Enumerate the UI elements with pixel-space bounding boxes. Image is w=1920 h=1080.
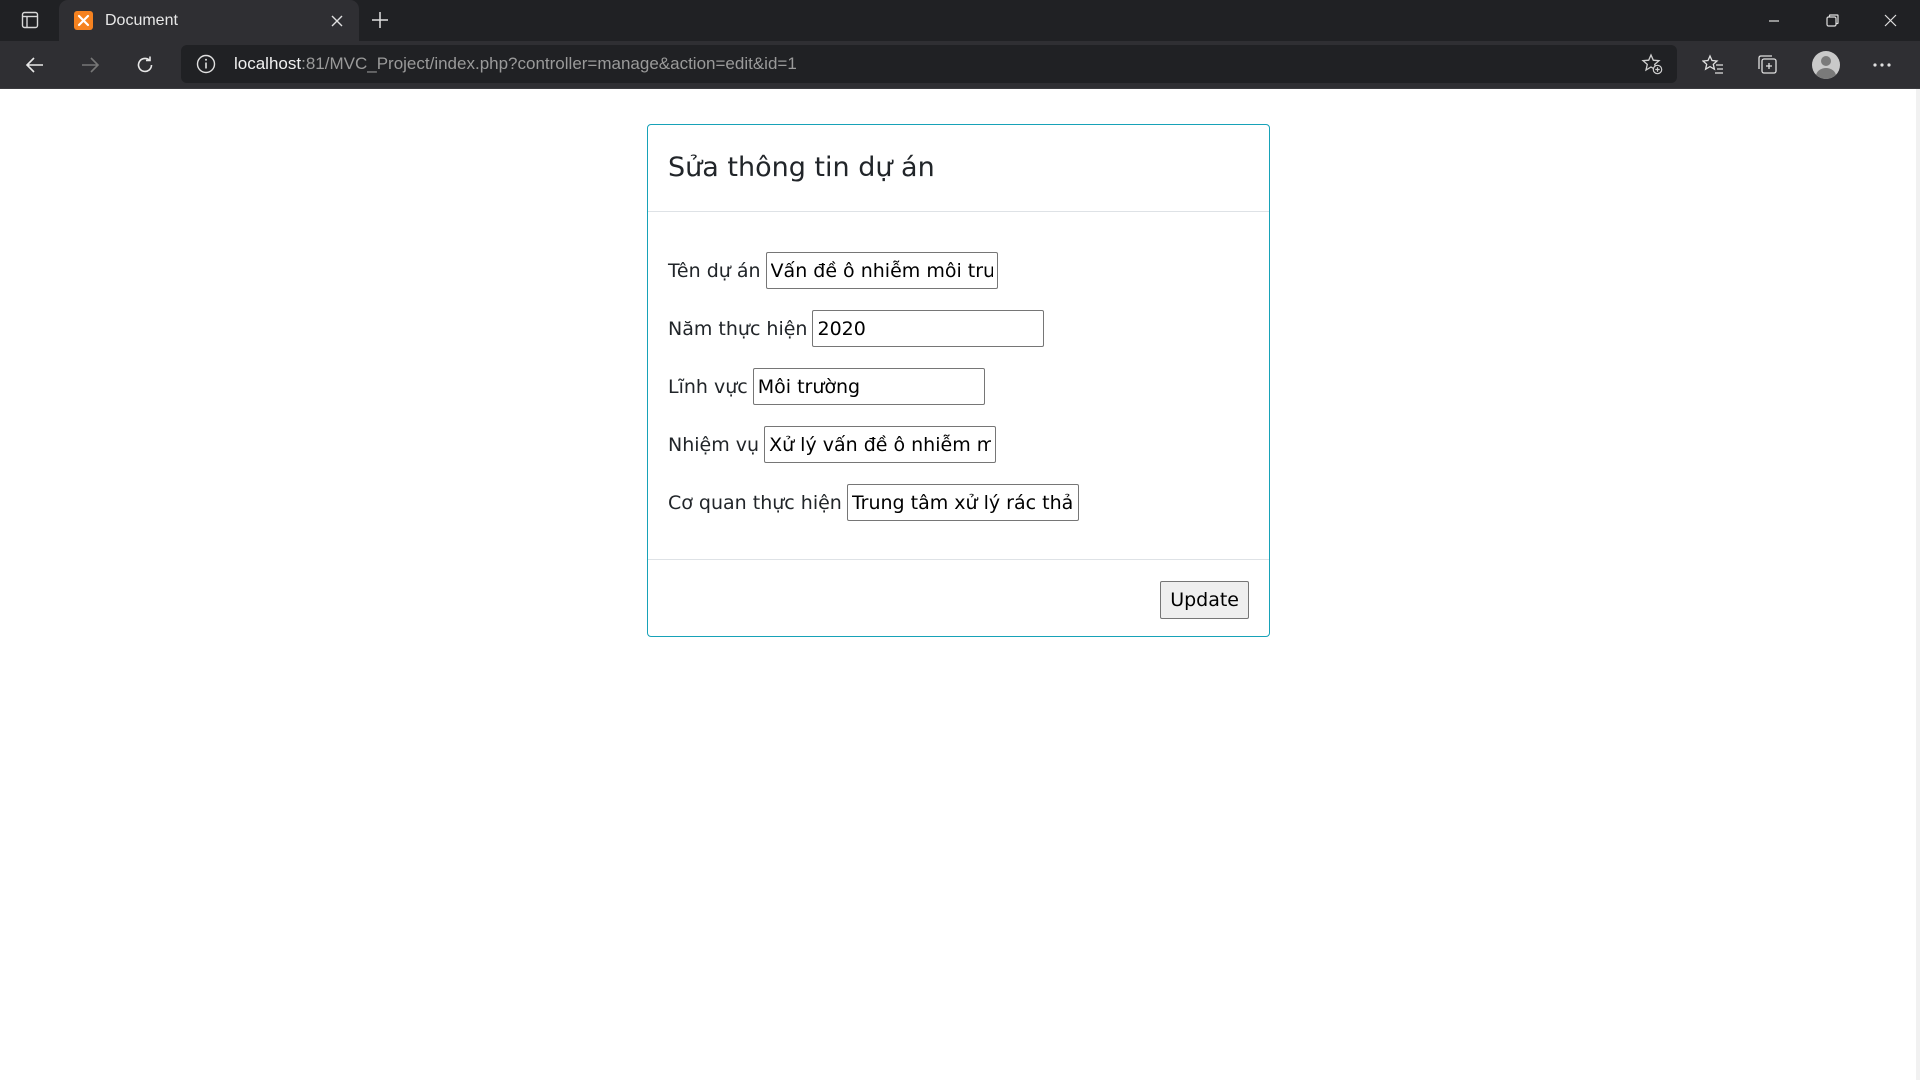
profile-button[interactable] (1808, 48, 1844, 82)
refresh-button[interactable] (127, 48, 163, 82)
form-row-year: Năm thực hiện (668, 310, 1269, 368)
field-label: Lĩnh vực (668, 376, 748, 398)
agency-input[interactable] (846, 484, 1079, 521)
collections-button[interactable] (1750, 48, 1786, 82)
profile-icon (1812, 51, 1840, 79)
collections-icon (1758, 55, 1777, 74)
task-input[interactable] (764, 426, 997, 463)
form-row-agency: Cơ quan thực hiện (668, 484, 1269, 542)
agency-label: Cơ quan thực hiện (668, 492, 842, 514)
tab-actions-button[interactable] (13, 6, 47, 34)
refresh-icon (137, 56, 153, 73)
url-text[interactable]: localhost:81/MVC_Project/index.php?contr… (234, 45, 797, 83)
xampp-icon (74, 11, 93, 30)
new-tab-button[interactable] (364, 6, 396, 34)
project-name-input[interactable] (765, 252, 998, 289)
ellipsis-icon (1873, 63, 1891, 67)
back-arrow-icon (25, 57, 43, 73)
card-header: Sửa thông tin dự án (648, 125, 1269, 212)
close-icon (331, 15, 343, 27)
card-footer: Update (648, 560, 1269, 636)
tab-close-button[interactable] (324, 8, 350, 34)
url-path: :81/MVC_Project/index.php?controller=man… (301, 54, 797, 73)
plus-icon (372, 12, 388, 28)
edit-project-card: Sửa thông tin dự án Tên dự án Năm thực h… (647, 124, 1270, 637)
year-label: Năm thực hiện (668, 318, 808, 340)
tab-title: Document (105, 12, 178, 29)
favorites-icon (1702, 54, 1723, 74)
url-host: localhost (234, 54, 302, 73)
project-name-label: Tên dự án (668, 260, 761, 282)
page-scrollbar[interactable] (1916, 89, 1920, 1080)
close-icon (1884, 14, 1896, 27)
more-menu-button[interactable] (1864, 48, 1900, 82)
form-row-task: Nhiệm vụ (668, 426, 1269, 484)
favorites-button[interactable] (1695, 48, 1731, 82)
star-plus-icon (1641, 53, 1663, 75)
task-label: Nhiệm vụ (668, 434, 760, 456)
add-favorite-button[interactable] (1639, 52, 1665, 76)
update-button[interactable]: Update (1160, 581, 1249, 619)
year-input[interactable] (812, 310, 1045, 347)
browser-tab-active[interactable]: Document (59, 0, 359, 41)
minimize-button[interactable] (1746, 0, 1802, 41)
forward-button[interactable] (72, 48, 108, 82)
edit-project-form: Tên dự án Năm thực hiện Lĩnh vực Nhiệm v… (648, 212, 1269, 560)
minimize-icon (1769, 19, 1779, 22)
restore-button[interactable] (1804, 0, 1860, 41)
browser-toolbar: localhost:81/MVC_Project/index.php?contr… (0, 41, 1920, 89)
field-input[interactable] (752, 368, 985, 405)
page-title: Sửa thông tin dự án (668, 152, 935, 183)
tab-actions-icon (21, 11, 39, 29)
close-window-button[interactable] (1862, 0, 1918, 41)
form-row-project-name: Tên dự án (668, 252, 1269, 310)
address-bar[interactable]: localhost:81/MVC_Project/index.php?contr… (181, 45, 1677, 83)
form-row-field: Lĩnh vực (668, 368, 1269, 426)
back-button[interactable] (17, 48, 53, 82)
browser-titlebar: Document (0, 0, 1920, 41)
info-icon[interactable] (195, 53, 217, 75)
restore-icon (1825, 14, 1839, 27)
forward-arrow-icon (82, 57, 100, 73)
